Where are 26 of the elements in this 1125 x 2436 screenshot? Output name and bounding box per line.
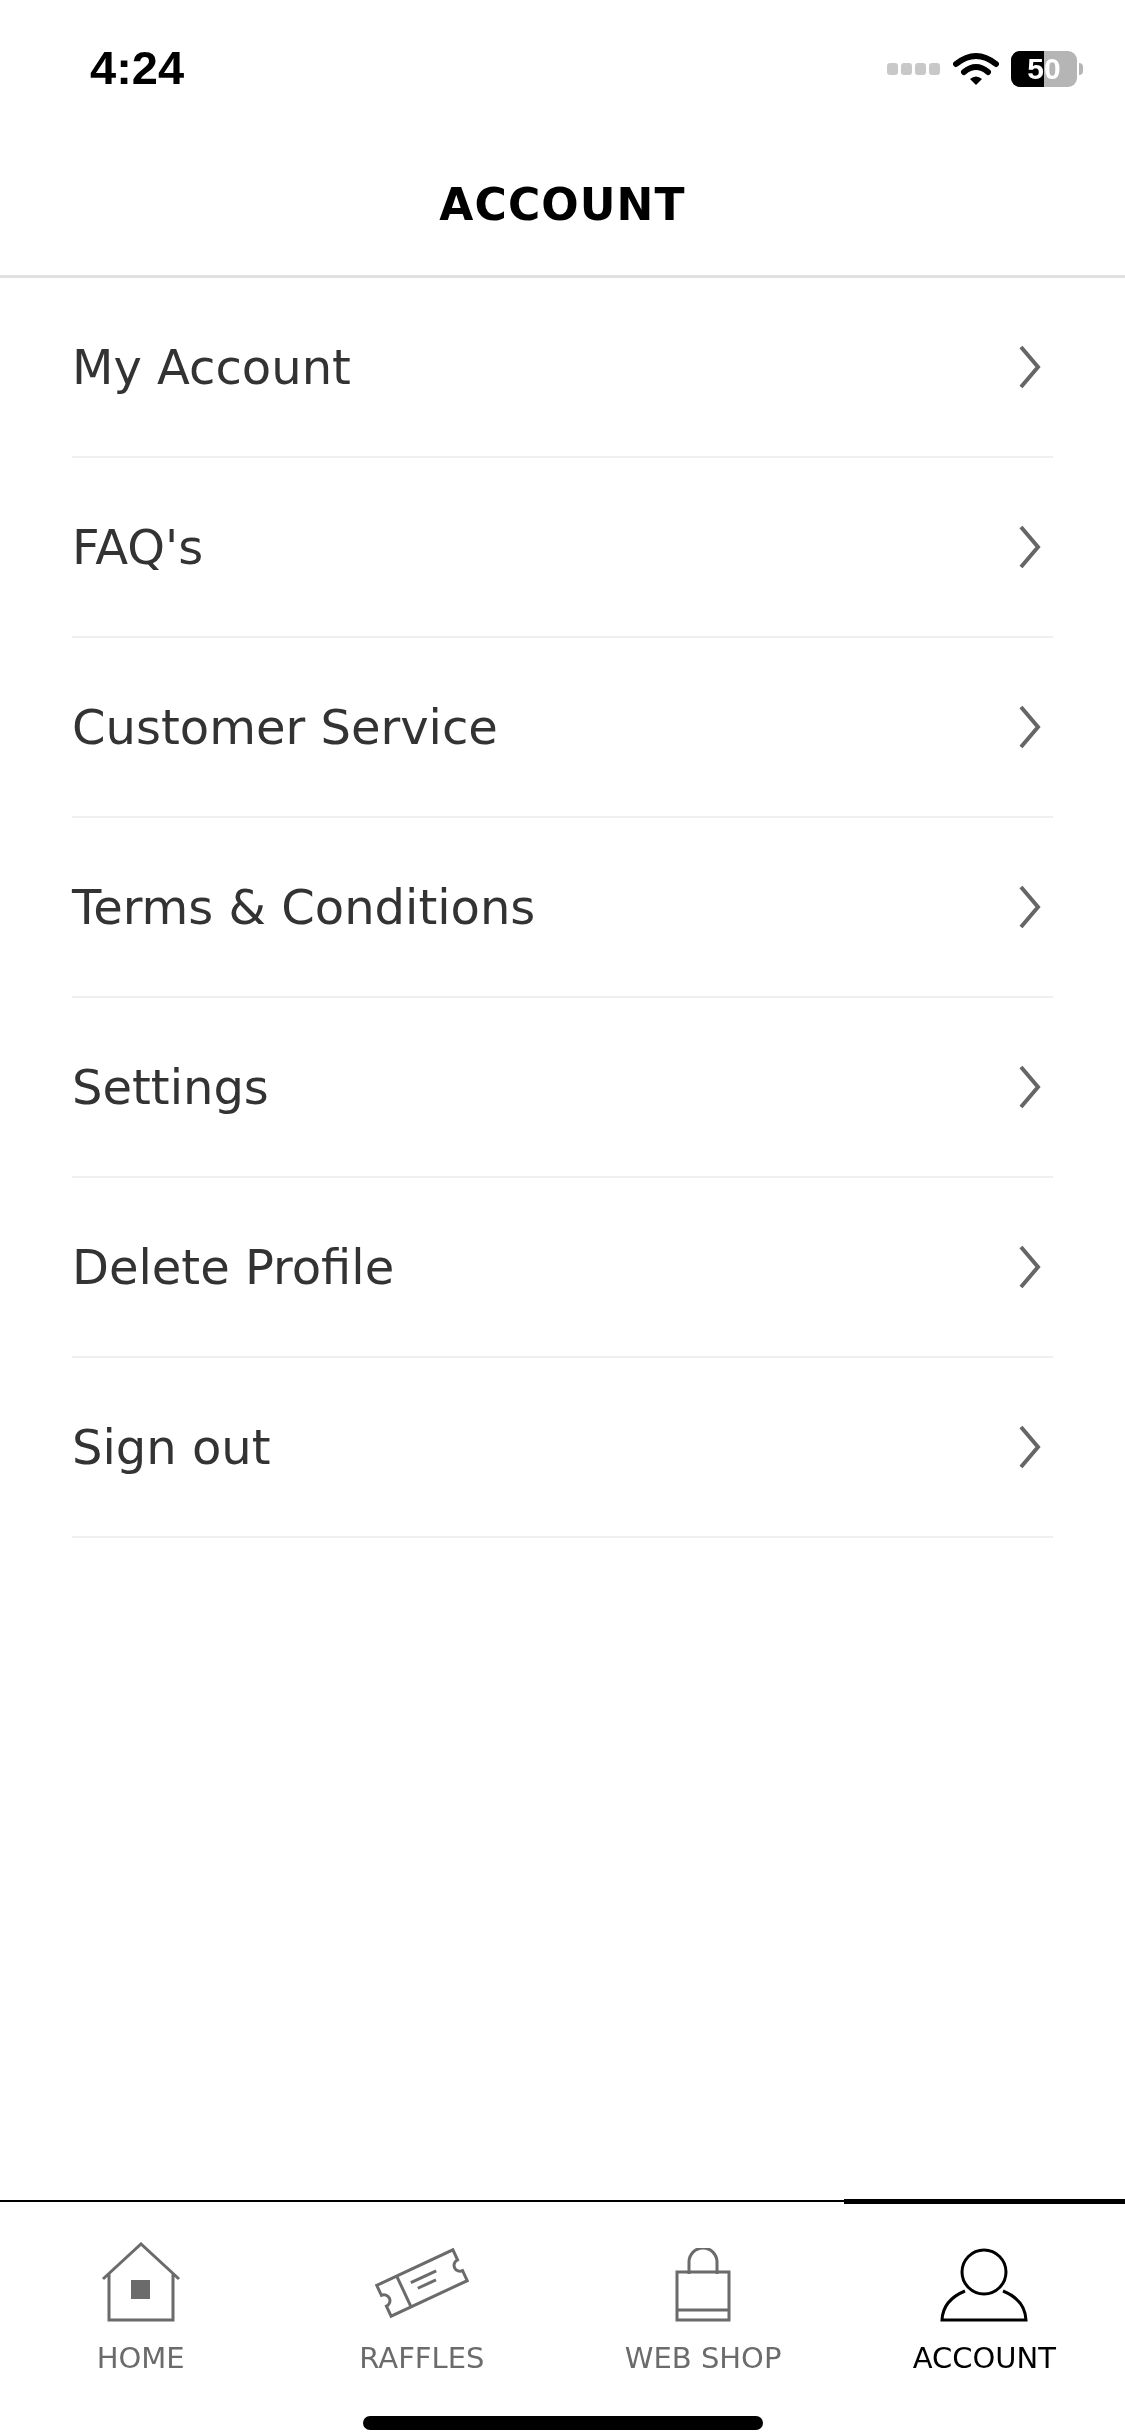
person-icon	[939, 2248, 1030, 2322]
chevron-right-icon	[1019, 345, 1041, 389]
battery-level-text: 50	[1027, 53, 1061, 84]
chevron-right-icon	[1019, 885, 1041, 929]
wifi-icon	[953, 51, 999, 86]
chevron-right-icon	[1019, 525, 1041, 569]
menu-item[interactable]: My Account	[72, 278, 1053, 458]
menu-item[interactable]: Sign out	[72, 1358, 1053, 1538]
menu-item[interactable]: Delete Profile	[72, 1178, 1053, 1358]
tab-bar-item[interactable]: RAFFLES	[281, 2199, 563, 2436]
signal-icon	[887, 62, 941, 75]
shopping-bag-icon	[674, 2248, 733, 2322]
chevron-right-icon	[1019, 1425, 1041, 1469]
page-title: ACCOUNT	[439, 178, 686, 232]
chevron-right-icon	[1019, 705, 1041, 749]
menu-item[interactable]: Customer Service	[72, 638, 1053, 818]
chevron-right-icon	[1019, 1245, 1041, 1289]
menu-item[interactable]: FAQ's	[72, 458, 1053, 638]
chevron-right-icon	[1019, 1065, 1041, 1109]
status-time: 4:24	[90, 40, 185, 97]
tab-bar-item[interactable]: WEB SHOP	[562, 2199, 844, 2436]
menu-item[interactable]: Terms & Conditions	[72, 818, 1053, 998]
menu-item[interactable]: Settings	[72, 998, 1053, 1178]
tab-bar-item[interactable]: HOME	[0, 2199, 282, 2436]
house-icon	[100, 2242, 181, 2322]
tab-bar-item[interactable]: ACCOUNT	[843, 2199, 1125, 2436]
